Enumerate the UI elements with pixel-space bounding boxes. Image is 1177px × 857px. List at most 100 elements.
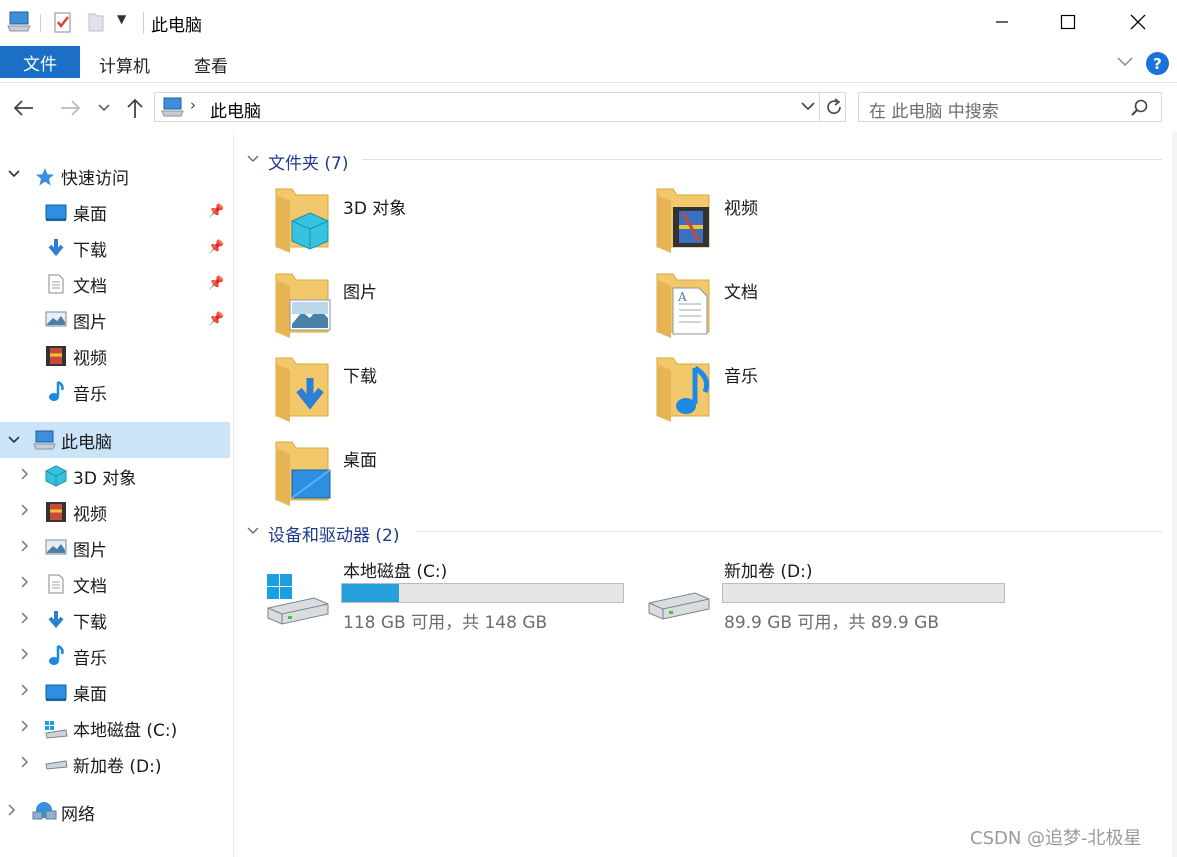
this-pc-icon <box>7 11 31 32</box>
expand-chevron-icon[interactable] <box>20 611 30 629</box>
customize-toolbar-icon[interactable]: ▼ <box>117 12 126 26</box>
sidebar-item-pc-pictures[interactable]: 图片 <box>73 531 107 565</box>
search-icon[interactable] <box>1130 98 1150 118</box>
expand-chevron-icon[interactable] <box>20 503 30 521</box>
minimize-button[interactable] <box>972 0 1032 44</box>
sidebar-item-pc-desktop[interactable]: 桌面 <box>73 675 107 709</box>
drives-group-header[interactable]: 设备和驱动器 (2) <box>268 521 399 546</box>
downloads-folder-icon[interactable] <box>272 352 334 424</box>
sidebar-item-pc-documents[interactable]: 文档 <box>73 567 107 601</box>
this-pc-icon <box>161 97 184 117</box>
pictures-folder-icon[interactable] <box>272 268 334 340</box>
expand-chevron-icon[interactable] <box>20 575 30 593</box>
drive-c-usage-fill <box>342 584 400 602</box>
expand-chevron-icon[interactable] <box>20 539 30 557</box>
folder-label-documents[interactable]: 文档 <box>724 278 758 303</box>
drive-c-name[interactable]: 本地磁盘 (C:) <box>343 557 447 582</box>
group-collapse-icon[interactable] <box>246 153 260 165</box>
expand-chevron-icon[interactable] <box>7 803 17 821</box>
tab-file[interactable]: 文件 <box>0 46 80 78</box>
drive-d-free-space: 89.9 GB 可用，共 89.9 GB <box>724 613 939 633</box>
new-folder-icon[interactable] <box>86 10 106 34</box>
sidebar-item-pc-downloads[interactable]: 下载 <box>73 603 107 637</box>
video-icon <box>46 346 66 366</box>
folder-label-desktop[interactable]: 桌面 <box>343 446 377 471</box>
download-arrow-icon <box>48 239 64 257</box>
videos-folder-icon[interactable] <box>653 183 715 255</box>
download-arrow-icon <box>48 611 64 629</box>
scrollbar-track[interactable] <box>1172 132 1177 857</box>
tab-computer[interactable]: 计算机 <box>99 52 150 77</box>
drive-d-usage-bar <box>722 583 1005 603</box>
pin-icon[interactable]: 📌 <box>208 204 224 219</box>
address-dropdown-icon[interactable] <box>800 101 816 113</box>
separator <box>143 12 144 34</box>
refresh-icon[interactable] <box>823 96 845 118</box>
sidebar-item-desktop[interactable]: 桌面 <box>73 195 107 229</box>
sidebar-item-pictures[interactable]: 图片 <box>73 303 107 337</box>
sidebar-item-drive-d[interactable]: 新加卷 (D:) <box>73 747 162 781</box>
up-arrow-icon[interactable] <box>125 96 145 120</box>
pin-icon[interactable]: 📌 <box>208 312 224 327</box>
pane-divider <box>233 132 234 857</box>
pin-icon[interactable]: 📌 <box>208 240 224 255</box>
sidebar-item-quick-access[interactable]: 快速访问 <box>61 159 129 193</box>
sidebar-item-videos[interactable]: 视频 <box>73 339 107 373</box>
sidebar-item-network[interactable]: 网络 <box>61 795 95 829</box>
recent-locations-icon[interactable] <box>97 103 111 113</box>
video-icon <box>46 502 66 522</box>
expand-chevron-icon[interactable] <box>20 467 30 485</box>
expand-chevron-icon[interactable] <box>20 755 30 773</box>
folder-label-pictures[interactable]: 图片 <box>343 278 377 303</box>
document-icon <box>48 274 64 294</box>
pin-icon[interactable]: 📌 <box>208 276 224 291</box>
folders-group-header[interactable]: 文件夹 (7) <box>268 149 348 174</box>
drive-d-name[interactable]: 新加卷 (D:) <box>724 557 813 582</box>
maximize-icon <box>1060 14 1076 30</box>
sidebar-item-this-pc[interactable]: 此电脑 <box>61 423 112 457</box>
tab-view[interactable]: 查看 <box>194 52 228 77</box>
folder-label-3d-objects[interactable]: 3D 对象 <box>343 194 406 219</box>
sidebar-item-downloads[interactable]: 下载 <box>73 231 107 265</box>
sidebar-item-pc-videos[interactable]: 视频 <box>73 495 107 529</box>
folder-label-music[interactable]: 音乐 <box>724 362 758 387</box>
properties-icon[interactable] <box>52 10 74 34</box>
group-collapse-icon[interactable] <box>246 525 260 537</box>
separator <box>819 93 820 121</box>
group-divider <box>416 531 1162 532</box>
sidebar-item-documents[interactable]: 文档 <box>73 267 107 301</box>
expand-chevron-icon[interactable] <box>20 683 30 701</box>
drive-icon[interactable] <box>645 575 715 625</box>
system-drive-icon <box>45 721 68 739</box>
3d-objects-icon <box>45 465 67 487</box>
breadcrumb-location[interactable]: 此电脑 <box>210 97 261 122</box>
folder-label-videos[interactable]: 视频 <box>724 194 758 219</box>
collapse-chevron-icon[interactable] <box>7 434 21 449</box>
maximize-button[interactable] <box>1038 0 1098 44</box>
sidebar-item-drive-c[interactable]: 本地磁盘 (C:) <box>73 711 177 745</box>
documents-folder-icon[interactable]: A <box>653 268 715 340</box>
sidebar-item-music[interactable]: 音乐 <box>73 375 107 409</box>
watermark-text: CSDN @追梦-北极星 <box>970 828 1142 849</box>
svg-text:A: A <box>677 290 687 304</box>
window-title: 此电脑 <box>151 16 202 36</box>
desktop-icon <box>45 204 67 221</box>
forward-arrow-icon[interactable] <box>58 98 82 118</box>
expand-chevron-icon[interactable] <box>20 719 30 737</box>
breadcrumb-chevron-icon[interactable]: › <box>190 96 196 114</box>
back-arrow-icon[interactable] <box>12 98 36 118</box>
collapse-chevron-icon[interactable] <box>7 168 21 183</box>
group-divider <box>362 159 1162 160</box>
3d-objects-folder-icon[interactable] <box>272 183 334 255</box>
search-placeholder[interactable]: 在 此电脑 中搜索 <box>869 97 999 122</box>
close-button[interactable] <box>1108 0 1168 44</box>
desktop-folder-icon[interactable] <box>272 436 334 508</box>
system-drive-icon[interactable] <box>264 570 334 626</box>
sidebar-item-pc-music[interactable]: 音乐 <box>73 639 107 673</box>
expand-ribbon-icon[interactable] <box>1116 56 1134 68</box>
sidebar-item-3d-objects[interactable]: 3D 对象 <box>73 459 136 493</box>
help-icon[interactable]: ? <box>1146 52 1169 75</box>
expand-chevron-icon[interactable] <box>20 647 30 665</box>
music-folder-icon[interactable] <box>653 352 715 424</box>
folder-label-downloads[interactable]: 下载 <box>343 362 377 387</box>
